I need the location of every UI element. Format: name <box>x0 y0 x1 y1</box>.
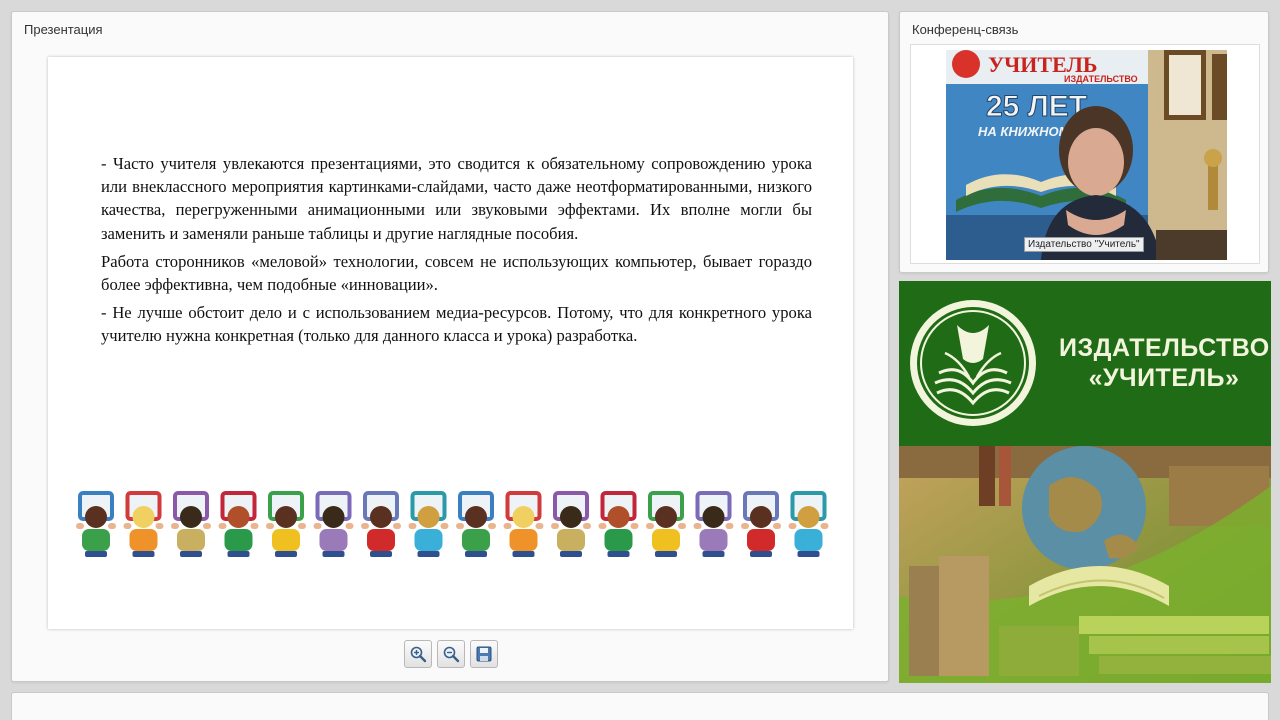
books-globe-illustration <box>899 446 1271 683</box>
child-at-computer <box>76 491 116 557</box>
publisher-name: ИЗДАТЕЛЬСТВО «УЧИТЕЛЬ» <box>1059 333 1269 393</box>
publisher-name-line2: «УЧИТЕЛЬ» <box>1088 364 1240 392</box>
speaker-video: УЧИТЕЛЬ ИЗДАТЕЛЬСТВО 25 ЛЕТ НА КНИЖНОМ Р <box>946 50 1227 260</box>
poster-subtitle: ИЗДАТЕЛЬСТВО <box>1064 74 1138 84</box>
publisher-brand-banner: ИЗДАТЕЛЬСТВО «УЧИТЕЛЬ» <box>899 281 1271 683</box>
zoom-out-button[interactable] <box>437 640 465 668</box>
child-at-computer <box>218 491 259 557</box>
child-at-computer <box>741 491 781 557</box>
child-at-computer <box>551 491 591 557</box>
presentation-slide: - Часто учителя увлекаются презентациями… <box>48 57 853 629</box>
child-at-computer <box>788 491 829 557</box>
video-frame[interactable]: УЧИТЕЛЬ ИЗДАТЕЛЬСТВО 25 ЛЕТ НА КНИЖНОМ Р <box>910 44 1260 264</box>
child-at-computer <box>456 491 496 557</box>
child-at-computer <box>693 491 734 557</box>
slide-paragraph: Работа сторонников «меловой» технологии,… <box>101 251 812 295</box>
presentation-toolbar <box>404 640 498 668</box>
child-at-computer <box>123 491 164 557</box>
poster-subline: НА КНИЖНОМ <box>978 124 1071 139</box>
brand-header: ИЗДАТЕЛЬСТВО «УЧИТЕЛЬ» <box>899 281 1271 446</box>
presentation-panel: Презентация - Часто учителя увлекаются п… <box>11 11 889 682</box>
books-globe-image <box>899 446 1271 683</box>
zoom-out-icon <box>443 646 460 663</box>
publisher-name-line1: ИЗДАТЕЛЬСТВО <box>1059 334 1270 362</box>
speaker-caption: Издательство "Учитель" <box>1024 237 1144 252</box>
presentation-panel-title: Презентация <box>24 22 103 37</box>
slide-text: - Часто учителя увлекаются презентациями… <box>101 152 812 353</box>
bottom-panel <box>11 692 1269 720</box>
save-icon <box>476 646 492 662</box>
slide-paragraph: - Часто учителя увлекаются презентациями… <box>101 154 812 243</box>
child-at-computer <box>171 491 211 557</box>
child-at-computer <box>266 491 306 557</box>
slide-paragraph: - Не лучше обстоит дело и с использовани… <box>101 303 812 346</box>
save-button[interactable] <box>470 640 498 668</box>
speaker-video-image: УЧИТЕЛЬ ИЗДАТЕЛЬСТВО 25 ЛЕТ НА КНИЖНОМ Р <box>946 50 1227 260</box>
child-at-computer <box>598 491 639 557</box>
zoom-in-icon <box>410 646 427 663</box>
conference-panel: Конференц-связь УЧИТЕЛЬ ИЗДАТЕЛЬСТВО 25 … <box>899 11 1269 273</box>
child-at-computer <box>503 491 544 557</box>
child-at-computer <box>646 491 686 557</box>
children-at-computers-illustration <box>76 491 829 557</box>
conference-panel-title: Конференц-связь <box>912 22 1019 37</box>
child-at-computer <box>361 491 401 557</box>
zoom-in-button[interactable] <box>404 640 432 668</box>
child-at-computer <box>313 491 354 557</box>
child-at-computer <box>408 491 449 557</box>
